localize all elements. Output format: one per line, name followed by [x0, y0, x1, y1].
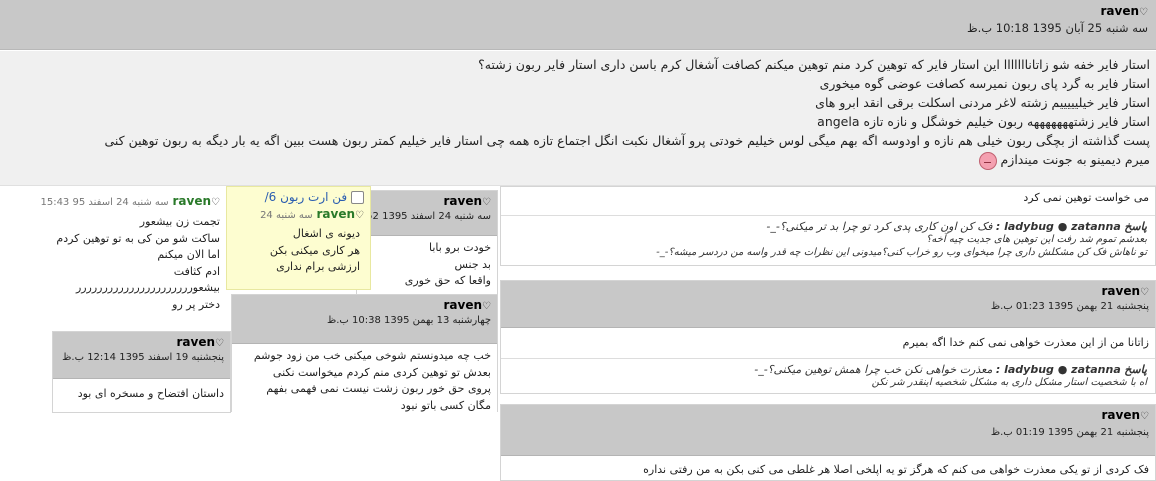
note-link-row: فن ارت ربون 6/: [227, 187, 370, 204]
post-line: استار فایر خیلیییییم زشته لاغر مردنی اسک…: [815, 95, 1150, 110]
note-text: دیونه ی اشغال هر کاری میکنی بکن ارزشی بر…: [269, 227, 360, 273]
comment-header: ♡raven پنجشنبه 21 بهمن 1395 01:19 ب.ظ: [501, 405, 1155, 456]
comment-text: می خواست توهین نمی کرد: [1023, 191, 1149, 204]
comment-header: ♡raven پنجشنبه 19 اسفند 1395 12:14 ب.ظ: [53, 332, 230, 379]
comment-date: پنجشنبه 21 بهمن 1395 01:23 ب.ظ: [990, 301, 1149, 312]
comment-header: ♡raven سه شنبه 24 اسفند 1395 52: [357, 191, 497, 236]
post-line: استار فایر زشتهههههههه ربون خیلیم خوشگل …: [817, 114, 1150, 129]
note-card-yellow: فن ارت ربون 6/ ♡raven سه شنبه 24 دیونه ی…: [226, 186, 371, 290]
comment-text: داستان افتضاح و مسخره ای بود: [53, 379, 230, 407]
note-header: ♡raven سه شنبه 24: [227, 204, 370, 224]
comment-header: ♡raven چهارشنبه 13 بهمن 1395 10:38 ب.ظ: [232, 295, 497, 344]
post-line-last: میرم دیمینو به جونت میندازم: [6, 150, 1150, 170]
note-author[interactable]: raven: [317, 207, 356, 221]
main-post-body: استار فایر خفه شو زاتانااااااا این استار…: [0, 51, 1156, 186]
post-line: پست گذاشته از بچگی ربون خیلی هم نازه و ا…: [104, 133, 1150, 148]
post-line: استار فایر خفه شو زاتانااااااا این استار…: [478, 57, 1150, 72]
comment-author[interactable]: raven: [1102, 284, 1141, 298]
post-author[interactable]: raven: [1101, 4, 1140, 18]
comment-date: پنجشنبه 19 اسفند 1395 12:14 ب.ظ: [62, 352, 224, 363]
comment-card-2: ♡raven پنجشنبه 21 بهمن 1395 01:23 ب.ظ زا…: [500, 280, 1156, 394]
reply-author[interactable]: ladybug ● zatanna :: [996, 363, 1121, 376]
comment-date: سه شنبه 24 اسفند 95 15:43: [40, 197, 169, 208]
comment-text: زاتانا من از این معذرت خواهی نمی کنم خدا…: [902, 336, 1149, 349]
main-post-header: ♡raven سه شنبه 25 آبان 1395 10:18 ب.ظ: [0, 0, 1156, 50]
comment-author[interactable]: raven: [177, 335, 216, 349]
heart-icon[interactable]: ♡: [482, 197, 491, 208]
comment-author[interactable]: raven: [444, 298, 483, 312]
note-checkbox[interactable]: [351, 191, 364, 204]
comment-date: چهارشنبه 13 بهمن 1395 10:38 ب.ظ: [326, 315, 491, 326]
sad-face-icon: [978, 151, 997, 170]
comment-author[interactable]: raven: [444, 194, 483, 208]
comment-card-top: می خواست توهین نمی کرد پاسخ ladybug ● za…: [500, 186, 1156, 266]
comment-date: پنجشنبه 21 بهمن 1395 01:19 ب.ظ: [990, 427, 1149, 438]
note-link[interactable]: فن ارت ربون 6/: [265, 190, 348, 204]
heart-icon[interactable]: ♡: [482, 301, 491, 312]
comment-text: خب چه میدونستم شوخی میکنی خب من زود جوشم…: [232, 344, 497, 418]
comment-card-3: ♡raven پنجشنبه 21 بهمن 1395 01:19 ب.ظ فک…: [500, 404, 1156, 481]
comment-header: ♡raven سه شنبه 24 اسفند 95 15:43: [0, 190, 226, 212]
post-date: سه شنبه 25 آبان 1395 10:18 ب.ظ: [966, 21, 1148, 35]
comment-text: فک کردی از تو یکی معذرت خواهی می کنم که …: [643, 463, 1149, 476]
note-date: سه شنبه 24: [260, 210, 313, 221]
post-line: استار فایر به گرد پای ربون نمیرسه کصافت …: [819, 76, 1150, 91]
comment-text: تجمت زن بیشعور ساکت شو من کی به تو توهین…: [0, 212, 226, 317]
reply-label: پاسخ: [1124, 363, 1147, 376]
comment-author[interactable]: raven: [1102, 408, 1141, 422]
heart-icon[interactable]: ♡: [215, 338, 224, 349]
comment-card-mid-a: ♡raven سه شنبه 24 اسفند 1395 52 خودت برو…: [356, 190, 498, 298]
comment-date: سه شنبه 24 اسفند 1395 52: [366, 211, 491, 222]
heart-icon[interactable]: ♡: [1139, 7, 1148, 18]
comment-card-left-b: ♡raven پنجشنبه 19 اسفند 1395 12:14 ب.ظ د…: [52, 331, 231, 413]
heart-icon[interactable]: ♡: [1140, 411, 1149, 422]
comment-reply: پاسخ ladybug ● zatanna : فک کن اون کاری …: [501, 215, 1155, 263]
comment-header: ♡raven پنجشنبه 21 بهمن 1395 01:23 ب.ظ: [501, 281, 1155, 328]
heart-icon[interactable]: ♡: [355, 210, 364, 221]
comment-card-left-a: ♡raven سه شنبه 24 اسفند 95 15:43 تجمت زن…: [0, 190, 226, 325]
heart-icon[interactable]: ♡: [1140, 287, 1149, 298]
comment-reply: پاسخ ladybug ● zatanna : معذرت خواهی نکن…: [501, 358, 1155, 393]
reply-label: پاسخ: [1124, 220, 1147, 233]
reply-author[interactable]: ladybug ● zatanna :: [996, 220, 1121, 233]
comment-card-mid-b: ♡raven چهارشنبه 13 بهمن 1395 10:38 ب.ظ خ…: [231, 294, 498, 418]
heart-icon[interactable]: ♡: [211, 197, 220, 208]
comment-author[interactable]: raven: [173, 194, 212, 208]
comment-text: خودت برو بابا بد جنس واقعا که حق خوری: [357, 236, 497, 294]
